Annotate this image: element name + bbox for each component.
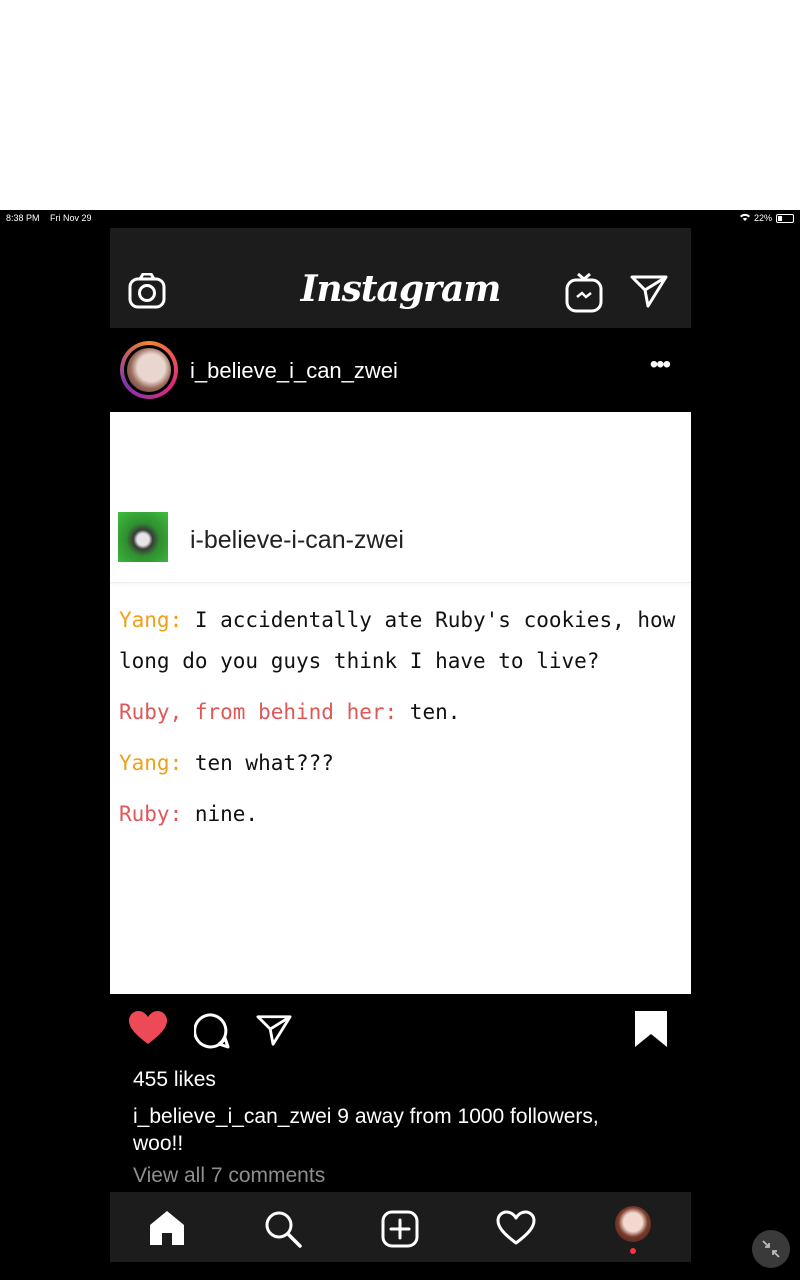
chat-text: Yang: I accidentally ate Ruby's cookies,… [119, 600, 679, 845]
battery-percent: 22% [753, 213, 772, 223]
post-username[interactable]: i_believe_i_can_zwei [190, 358, 398, 384]
device-screen: 8:38 PM Fri Nov 29 22% Instagram i_belie… [0, 210, 800, 1280]
chat-line: Ruby, from behind her: ten. [119, 700, 461, 724]
status-date: Fri Nov 29 [50, 213, 92, 223]
view-comments-link[interactable]: View all 7 comments [133, 1164, 325, 1188]
post-actions [110, 1005, 691, 1055]
app-header: Instagram [110, 228, 691, 328]
post-header: i_believe_i_can_zwei ••• [110, 328, 691, 412]
post-caption: i_believe_i_can_zwei 9 away from 1000 fo… [133, 1103, 653, 1157]
caption-username[interactable]: i_believe_i_can_zwei [133, 1105, 331, 1128]
chat-line: Yang: ten what??? [119, 751, 334, 775]
wifi-icon [739, 213, 750, 223]
activity-icon[interactable] [496, 1210, 536, 1251]
profile-icon[interactable] [615, 1206, 651, 1242]
comment-icon[interactable] [193, 1013, 230, 1054]
tumblr-avatar [118, 512, 168, 562]
battery-icon [776, 213, 794, 223]
home-icon[interactable] [148, 1210, 186, 1251]
search-icon[interactable] [264, 1210, 302, 1253]
status-time: 8:38 PM [6, 213, 40, 223]
status-bar: 8:38 PM Fri Nov 29 22% [0, 210, 800, 226]
chat-line: Ruby: nine. [119, 802, 259, 826]
more-options-icon[interactable]: ••• [650, 353, 671, 377]
notification-dot [630, 1248, 636, 1254]
like-heart-icon[interactable] [128, 1010, 168, 1051]
app-logo: Instagram [300, 268, 502, 310]
tumblr-header: i-believe-i-can-zwei [110, 510, 691, 583]
post-image[interactable]: i-believe-i-can-zwei Yang: I accidentall… [110, 412, 691, 994]
chat-line: Yang: I accidentally ate Ruby's cookies,… [119, 608, 676, 673]
bottom-nav [110, 1192, 691, 1262]
likes-count[interactable]: 455 likes [133, 1068, 216, 1092]
post-avatar[interactable] [120, 341, 178, 399]
share-icon[interactable] [256, 1013, 292, 1052]
bookmark-icon[interactable] [634, 1010, 668, 1053]
new-post-icon[interactable] [381, 1210, 419, 1253]
igtv-icon[interactable] [565, 272, 603, 318]
tumblr-username: i-believe-i-can-zwei [190, 526, 404, 554]
direct-message-icon[interactable] [630, 274, 668, 313]
exit-fullscreen-icon[interactable] [752, 1230, 790, 1268]
